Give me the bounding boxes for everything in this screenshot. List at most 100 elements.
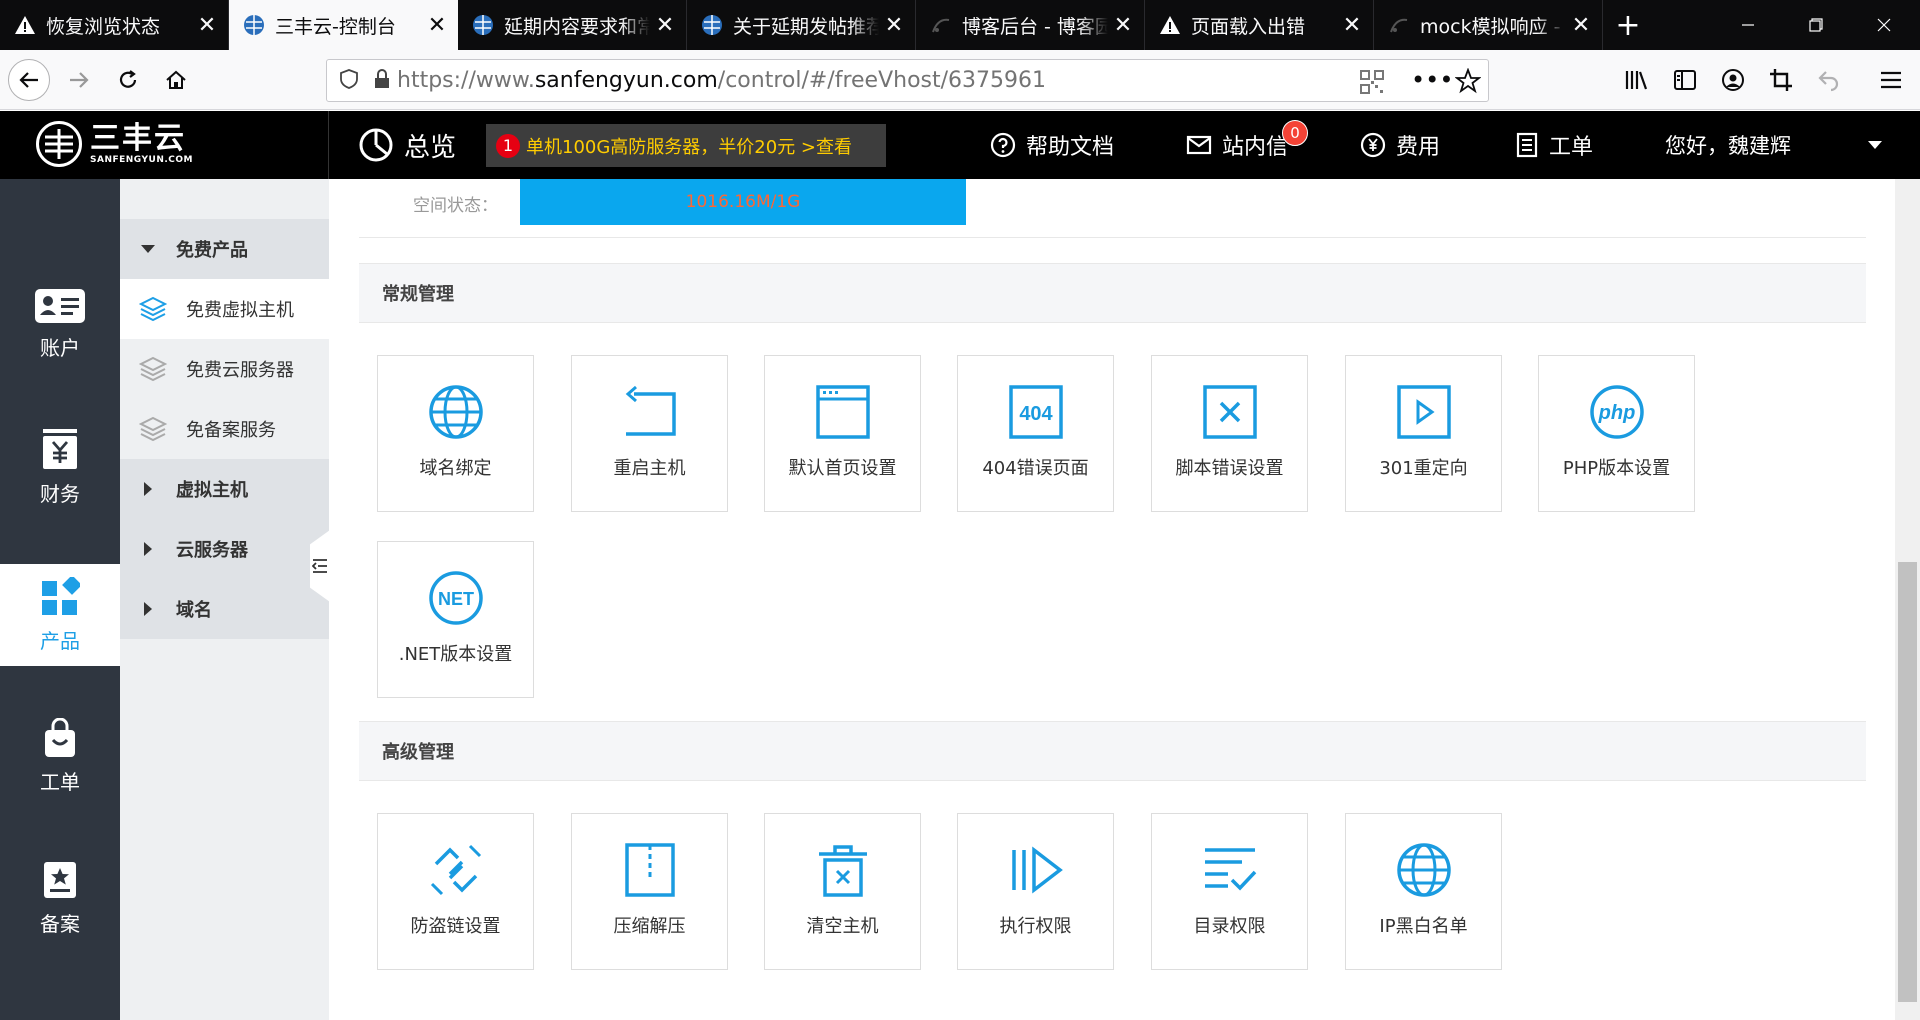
url-text[interactable]: https://www.sanfengyun.com/control/#/fre… (397, 68, 1046, 93)
hamburger-menu-icon[interactable] (1870, 59, 1912, 101)
submenu-item-label: 免费云服务器 (186, 360, 294, 381)
cnblogs-icon (930, 14, 952, 36)
caret-right-icon (120, 601, 176, 617)
tile-label: 防盗链设置 (410, 916, 501, 937)
caret-right-icon (120, 541, 176, 557)
archive-icon (624, 843, 675, 897)
rail-item-product[interactable]: 产品 (0, 564, 120, 666)
user-greeting[interactable]: 您好，魏建辉 (1665, 111, 1791, 179)
new-tab-button[interactable]: + (1603, 0, 1653, 50)
section-regular-header: 常规管理 (359, 263, 1866, 323)
submenu-group-label: 云服务器 (176, 540, 248, 561)
browser-tab[interactable]: 博客后台 - 博客园 ✕ (916, 0, 1145, 50)
execute-icon (1011, 846, 1063, 894)
submenu-item-free-cloud[interactable]: 免费云服务器 (120, 339, 329, 399)
bookmark-star-icon[interactable] (1454, 67, 1482, 98)
tab-title: 页面载入出错 (1191, 15, 1306, 38)
site-logo[interactable]: 三丰云 SANFENGYUN.COM (36, 121, 193, 167)
qr-code-icon[interactable] (1360, 70, 1384, 98)
undo-arrow-icon[interactable] (1808, 59, 1850, 101)
tile-ip-blacklist[interactable]: IP黑白名单 (1345, 813, 1502, 970)
nav-overview[interactable]: 总览 (358, 111, 456, 179)
user-dropdown-caret-icon[interactable] (1866, 111, 1884, 179)
rail-item-record[interactable]: 备案 (0, 847, 120, 949)
minimize-icon[interactable] (1714, 0, 1782, 50)
account-icon[interactable] (1712, 59, 1754, 101)
tile-clear-host[interactable]: 清空主机 (764, 813, 921, 970)
close-icon[interactable]: ✕ (1566, 13, 1596, 38)
sidebar-icon[interactable] (1664, 59, 1706, 101)
messages-count-badge: 0 (1282, 120, 1308, 146)
layers-icon (120, 356, 186, 382)
tile-label: 重启主机 (613, 458, 686, 479)
tile-directory-permission[interactable]: 目录权限 (1151, 813, 1308, 970)
tile-dotnet-version[interactable]: NET .NET版本设置 (377, 541, 534, 698)
page-actions-icon[interactable]: ••• (1411, 66, 1453, 94)
library-icon[interactable] (1616, 59, 1658, 101)
browser-tab[interactable]: mock模拟响应 - ✕ (1374, 0, 1603, 50)
main-rail: 账户 财务 产品 工单 备案 (0, 179, 120, 1020)
tracking-shield-icon[interactable] (339, 68, 359, 94)
scrollbar-thumb[interactable] (1898, 562, 1917, 1002)
nav-fees[interactable]: 费用 (1360, 111, 1440, 179)
rail-item-finance[interactable]: 财务 (0, 416, 120, 518)
tile-404-page[interactable]: 404 404错误页面 (957, 355, 1114, 512)
close-icon[interactable]: ✕ (1108, 13, 1138, 38)
tile-301-redirect[interactable]: 301重定向 (1345, 355, 1502, 512)
tile-script-error[interactable]: 脚本错误设置 (1151, 355, 1308, 512)
window-close-icon[interactable] (1850, 0, 1918, 50)
close-icon[interactable]: ✕ (192, 13, 222, 38)
tile-anti-leech[interactable]: 防盗链设置 (377, 813, 534, 970)
help-question-icon (990, 132, 1016, 158)
submenu-item-label: 免费虚拟主机 (186, 300, 294, 321)
tab-title: 恢复浏览状态 (46, 15, 161, 38)
crop-screenshot-icon[interactable] (1760, 59, 1802, 101)
nav-tickets[interactable]: 工单 (1515, 111, 1593, 179)
close-icon[interactable]: ✕ (1337, 13, 1367, 38)
restore-icon[interactable] (1782, 0, 1850, 50)
promo-banner[interactable]: 1 单机100G高防服务器，半价20元 >查看 (486, 124, 886, 167)
tile-label: 清空主机 (806, 916, 879, 937)
home-icon[interactable] (155, 59, 197, 101)
submenu-group-free[interactable]: 免费产品 (120, 219, 329, 279)
tile-execute-permission[interactable]: 执行权限 (957, 813, 1114, 970)
url-bar[interactable]: https://www.sanfengyun.com/control/#/fre… (326, 59, 1489, 102)
browser-tab[interactable]: 延期内容要求和常 ✕ (458, 0, 687, 50)
close-icon[interactable]: ✕ (650, 13, 680, 38)
site-globe-icon (701, 14, 723, 36)
icon-404-text: 404 (1019, 403, 1053, 425)
submenu-item-free-vhost[interactable]: 免费虚拟主机 (120, 279, 329, 339)
forward-arrow-icon[interactable] (58, 59, 100, 101)
browser-tab[interactable]: 页面载入出错 ✕ (1145, 0, 1374, 50)
account-card-icon (35, 288, 85, 323)
browser-tab[interactable]: 关于延期发帖推荐 ✕ (687, 0, 916, 50)
submenu-group-vhost[interactable]: 虚拟主机 (120, 459, 329, 519)
close-icon[interactable]: ✕ (422, 13, 452, 38)
rail-item-label: 工单 (40, 769, 80, 794)
back-arrow-icon[interactable] (8, 59, 50, 101)
lock-icon[interactable] (373, 68, 391, 94)
tile-restart-host[interactable]: 重启主机 (571, 355, 728, 512)
tile-default-homepage[interactable]: 默认首页设置 (764, 355, 921, 512)
browser-tabstrip: 恢复浏览状态 ✕ 三丰云-控制台 ✕ 延期内容要求和常 ✕ 关于延期发帖推荐 ✕ (0, 0, 1920, 50)
warning-icon (1159, 14, 1181, 36)
tile-php-version[interactable]: php PHP版本设置 (1538, 355, 1695, 512)
browser-tab[interactable]: 恢复浏览状态 ✕ (0, 0, 229, 50)
close-icon[interactable]: ✕ (879, 13, 909, 38)
promo-text: 单机100G高防服务器，半价20元 >查看 (526, 136, 853, 158)
tile-label: 脚本错误设置 (1175, 458, 1284, 479)
tile-compress-extract[interactable]: 压缩解压 (571, 813, 728, 970)
nav-help[interactable]: 帮助文档 (990, 111, 1114, 179)
php-icon: php (1589, 385, 1644, 439)
submenu-item-free-record[interactable]: 免备案服务 (120, 399, 329, 459)
submenu-group-domain[interactable]: 域名 (120, 579, 329, 639)
rail-item-account[interactable]: 账户 (0, 273, 120, 375)
browser-tab-active[interactable]: 三丰云-控制台 ✕ (229, 0, 458, 50)
product-submenu: 免费产品 免费虚拟主机 免费云服务器 免备案服务 虚拟主机 云服务器 域名 (120, 179, 329, 1020)
rail-item-ticket[interactable]: 工单 (0, 705, 120, 807)
nav-messages[interactable]: 站内信 (1186, 111, 1288, 179)
reload-icon[interactable] (107, 59, 149, 101)
submenu-group-cloud[interactable]: 云服务器 (120, 519, 329, 579)
layers-icon (120, 416, 186, 442)
tile-domain-binding[interactable]: 域名绑定 (377, 355, 534, 512)
